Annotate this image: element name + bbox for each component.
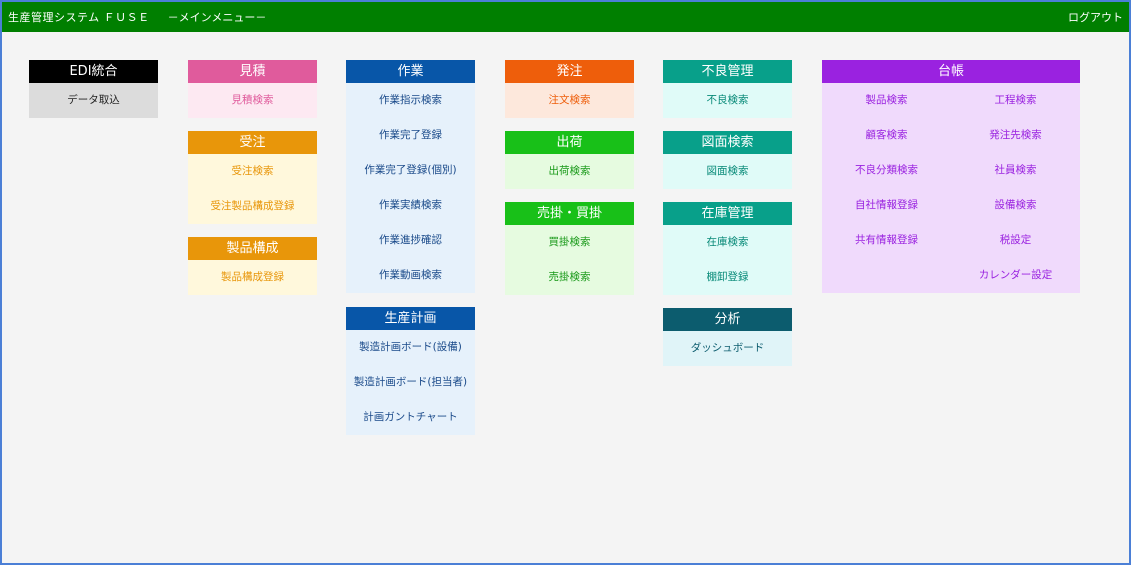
menu-item-equipment-search[interactable]: 設備検索 bbox=[951, 188, 1080, 223]
menu-item-work-progress[interactable]: 作業進捗確認 bbox=[346, 223, 475, 258]
panel-furyo: 不良管理 不良検索 bbox=[663, 60, 792, 118]
menu-item-empty-slot bbox=[822, 258, 951, 293]
menu-item-plan-board-person[interactable]: 製造計画ボード(担当者) bbox=[346, 365, 475, 400]
menu-item-data-import[interactable]: データ取込 bbox=[29, 83, 158, 118]
menu-item-defect-category-search[interactable]: 不良分類検索 bbox=[822, 153, 951, 188]
menu-item-work-complete-register[interactable]: 作業完了登録 bbox=[346, 118, 475, 153]
menu-item-inventory-register[interactable]: 棚卸登録 bbox=[663, 260, 792, 295]
panel-title-bunseki: 分析 bbox=[663, 308, 792, 331]
menu-item-drawing-search[interactable]: 図面検索 bbox=[663, 154, 792, 189]
panel-title-hacchu: 発注 bbox=[505, 60, 634, 83]
panel-daicho: 台帳 製品検索 工程検索 顧客検索 発注先検索 不良分類検索 社員検索 自社情報… bbox=[822, 60, 1080, 293]
menu-item-receivable-search[interactable]: 売掛検索 bbox=[505, 260, 634, 295]
panel-title-shukka: 出荷 bbox=[505, 131, 634, 154]
panel-mitsumori: 見積 見積検索 bbox=[188, 60, 317, 118]
panel-seihin: 製品構成 製品構成登録 bbox=[188, 237, 317, 295]
menu-item-product-config-register[interactable]: 製品構成登録 bbox=[188, 260, 317, 295]
menu-item-product-search[interactable]: 製品検索 bbox=[822, 83, 951, 118]
menu-item-shared-info-register[interactable]: 共有情報登録 bbox=[822, 223, 951, 258]
menu-item-payable-search[interactable]: 買掛検索 bbox=[505, 225, 634, 260]
menu-item-order-search[interactable]: 注文検索 bbox=[505, 83, 634, 118]
menu-item-work-video-search[interactable]: 作業動画検索 bbox=[346, 258, 475, 293]
menu-item-defect-search[interactable]: 不良検索 bbox=[663, 83, 792, 118]
header-bar: 生産管理システム ＦＵＳＥ －メインメニュー－ ログアウト bbox=[2, 2, 1129, 32]
panel-shukka: 出荷 出荷検索 bbox=[505, 131, 634, 189]
menu-item-shipment-search[interactable]: 出荷検索 bbox=[505, 154, 634, 189]
panel-title-zumen: 図面検索 bbox=[663, 131, 792, 154]
system-name: 生産管理システム ＦＵＳＥ bbox=[8, 11, 150, 24]
panel-title-juchu: 受注 bbox=[188, 131, 317, 154]
logout-link[interactable]: ログアウト bbox=[1068, 9, 1123, 25]
menu-title: －メインメニュー－ bbox=[167, 11, 267, 24]
menu-item-juchu-product-config[interactable]: 受注製品構成登録 bbox=[188, 189, 317, 224]
panel-hacchu: 発注 注文検索 bbox=[505, 60, 634, 118]
menu-item-work-complete-register-individual[interactable]: 作業完了登録(個別) bbox=[346, 153, 475, 188]
menu-item-stock-search[interactable]: 在庫検索 bbox=[663, 225, 792, 260]
menu-item-plan-board-equipment[interactable]: 製造計画ボード(設備) bbox=[346, 330, 475, 365]
menu-item-dashboard[interactable]: ダッシュボード bbox=[663, 331, 792, 366]
panel-title-urikake: 売掛・買掛 bbox=[505, 202, 634, 225]
menu-item-work-instruction-search[interactable]: 作業指示検索 bbox=[346, 83, 475, 118]
menu-item-customer-search[interactable]: 顧客検索 bbox=[822, 118, 951, 153]
panel-title-edi: EDI統合 bbox=[29, 60, 158, 83]
panel-zaiko: 在庫管理 在庫検索 棚卸登録 bbox=[663, 202, 792, 295]
panel-title-furyo: 不良管理 bbox=[663, 60, 792, 83]
panel-sagyo: 作業 作業指示検索 作業完了登録 作業完了登録(個別) 作業実績検索 作業進捗確… bbox=[346, 60, 475, 293]
menu-item-work-result-search[interactable]: 作業実績検索 bbox=[346, 188, 475, 223]
panel-juchu: 受注 受注検索 受注製品構成登録 bbox=[188, 131, 317, 224]
panel-bunseki: 分析 ダッシュボード bbox=[663, 308, 792, 366]
panel-title-zaiko: 在庫管理 bbox=[663, 202, 792, 225]
panel-zumen: 図面検索 図面検索 bbox=[663, 131, 792, 189]
menu-item-mitsumori-search[interactable]: 見積検索 bbox=[188, 83, 317, 118]
panel-title-sagyo: 作業 bbox=[346, 60, 475, 83]
panel-title-mitsumori: 見積 bbox=[188, 60, 317, 83]
menu-item-juchu-search[interactable]: 受注検索 bbox=[188, 154, 317, 189]
menu-item-calendar-settings[interactable]: カレンダー設定 bbox=[951, 258, 1080, 293]
panel-title-daicho: 台帳 bbox=[822, 60, 1080, 83]
menu-item-supplier-search[interactable]: 発注先検索 bbox=[951, 118, 1080, 153]
menu-item-employee-search[interactable]: 社員検索 bbox=[951, 153, 1080, 188]
panel-urikake: 売掛・買掛 買掛検索 売掛検索 bbox=[505, 202, 634, 295]
panel-seisan: 生産計画 製造計画ボード(設備) 製造計画ボード(担当者) 計画ガントチャート bbox=[346, 307, 475, 435]
menu-item-tax-settings[interactable]: 税設定 bbox=[951, 223, 1080, 258]
panel-title-seihin: 製品構成 bbox=[188, 237, 317, 260]
menu-item-process-search[interactable]: 工程検索 bbox=[951, 83, 1080, 118]
panel-title-seisan: 生産計画 bbox=[346, 307, 475, 330]
menu-item-company-info-register[interactable]: 自社情報登録 bbox=[822, 188, 951, 223]
panel-edi: EDI統合 データ取込 bbox=[29, 60, 158, 118]
menu-item-gantt-chart[interactable]: 計画ガントチャート bbox=[346, 400, 475, 435]
